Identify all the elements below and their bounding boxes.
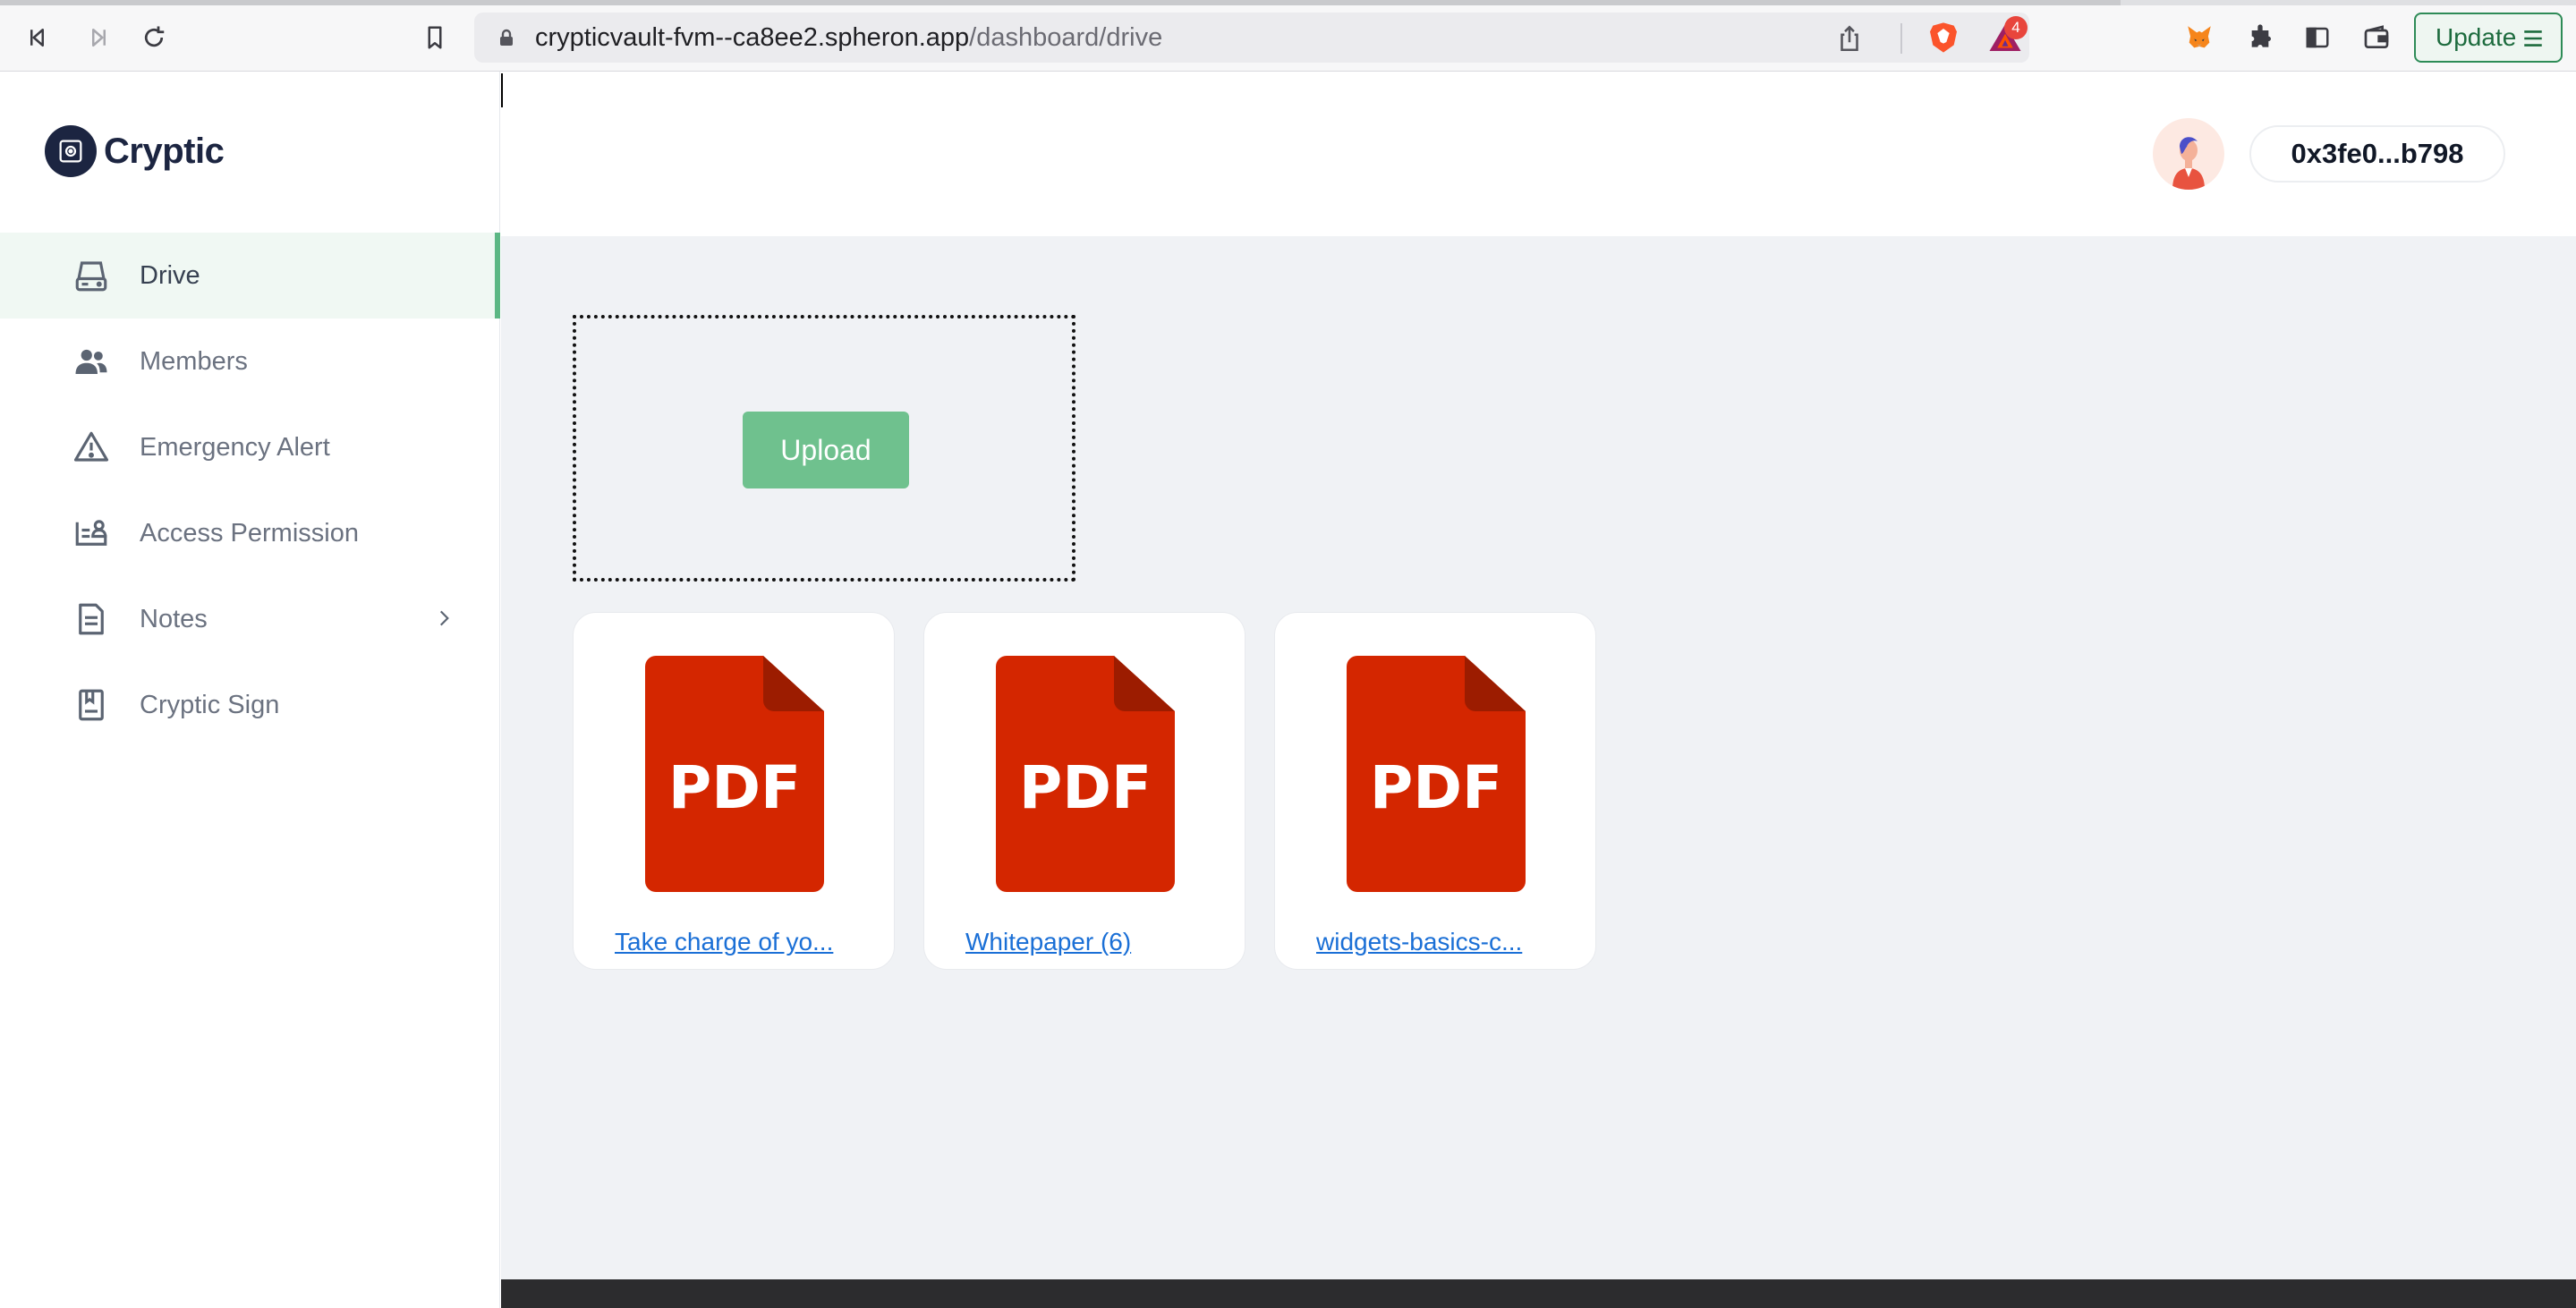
wallet-icon[interactable] (2359, 20, 2394, 55)
logo-vault-icon (45, 125, 97, 177)
sidebar-item-drive[interactable]: Drive (0, 233, 500, 319)
top-bar: 0x3fe0...b798 (501, 72, 2576, 236)
sidebar-item-label: Access Permission (140, 518, 359, 548)
sidebar-item-emergency-alert[interactable]: Emergency Alert (0, 404, 500, 490)
sidebar-nav: Drive Members Emergency Alert Access Per… (0, 233, 500, 748)
sidebar-item-access-permission[interactable]: Access Permission (0, 490, 500, 576)
upload-label: Upload (780, 433, 871, 466)
back-icon[interactable] (21, 20, 57, 55)
address-bar[interactable]: crypticvault-fvm--ca8ee2.spheron.app/das… (474, 13, 2029, 63)
sidebar-item-label: Members (140, 346, 248, 376)
user-avatar-icon (2172, 137, 2205, 190)
file-card[interactable]: PDF widgets-basics-c... (1274, 612, 1596, 970)
pdf-label: PDF (1370, 753, 1502, 822)
sidebar-item-members[interactable]: Members (0, 319, 500, 404)
address-separator (1900, 23, 1902, 54)
file-name-link[interactable]: Whitepaper (6) (965, 928, 1131, 956)
sidebar-item-label: Emergency Alert (140, 432, 330, 462)
url-path: /dashboard/drive (969, 23, 1163, 52)
main-content: 0x3fe0...b798 Upload PDF Take charge of … (501, 72, 2576, 1308)
wallet-address: 0x3fe0...b798 (2291, 138, 2464, 169)
text-cursor (501, 73, 503, 107)
update-button[interactable]: Update (2414, 13, 2563, 63)
pdf-file-icon: PDF (996, 656, 1175, 892)
avatar[interactable] (2153, 118, 2224, 190)
notes-icon (72, 599, 111, 639)
sidebar-item-notes[interactable]: Notes (0, 576, 500, 662)
access-permission-icon (72, 514, 111, 553)
sidebar-item-cryptic-sign[interactable]: Cryptic Sign (0, 662, 500, 748)
sidebar: Cryptic Drive Members Emergency Alert Ac… (0, 72, 500, 1308)
footer-bar (501, 1279, 2576, 1308)
wallet-address-button[interactable]: 0x3fe0...b798 (2249, 125, 2505, 183)
browser-toolbar: crypticvault-fvm--ca8ee2.spheron.app/das… (0, 0, 2576, 72)
metamask-icon[interactable] (2181, 20, 2217, 55)
bookmark-icon[interactable] (417, 20, 453, 55)
active-tab-indicator (0, 0, 2121, 5)
sidebar-toggle-icon[interactable] (2300, 20, 2335, 55)
app-logo[interactable]: Cryptic (45, 125, 225, 177)
pdf-file-icon: PDF (645, 656, 824, 892)
url-text: crypticvault-fvm--ca8ee2.spheron.app/das… (535, 23, 1162, 53)
update-label: Update (2436, 23, 2517, 51)
file-card[interactable]: PDF Take charge of yo... (573, 612, 895, 970)
file-name-link[interactable]: widgets-basics-c... (1316, 928, 1522, 956)
sidebar-item-label: Cryptic Sign (140, 690, 280, 719)
logo-text: Cryptic (104, 131, 225, 171)
drive-icon (72, 256, 111, 295)
tab-strip (0, 0, 2576, 5)
upload-button[interactable]: Upload (743, 412, 909, 488)
rewards-badge: 4 (2004, 16, 2028, 39)
forward-icon[interactable] (79, 20, 115, 55)
extensions-icon[interactable] (2242, 20, 2278, 55)
pdf-label: PDF (1019, 753, 1152, 822)
url-host: crypticvault-fvm--ca8ee2.spheron.app (535, 23, 970, 52)
brave-shield-icon[interactable] (1926, 20, 1961, 55)
members-icon (72, 342, 111, 381)
sidebar-item-label: Drive (140, 260, 200, 290)
upload-dropzone[interactable]: Upload (573, 315, 1075, 582)
pdf-file-icon: PDF (1347, 656, 1526, 892)
file-card[interactable]: PDF Whitepaper (6) (923, 612, 1245, 970)
lock-icon (500, 29, 513, 46)
sidebar-item-label: Notes (140, 604, 208, 633)
alert-icon (72, 428, 111, 467)
menu-icon (2524, 30, 2542, 47)
sign-icon (72, 685, 111, 725)
share-icon[interactable] (1834, 23, 1865, 54)
chevron-right-icon[interactable] (432, 607, 455, 630)
pdf-label: PDF (668, 753, 801, 822)
reload-icon[interactable] (136, 20, 172, 55)
file-name-link[interactable]: Take charge of yo... (615, 928, 833, 956)
